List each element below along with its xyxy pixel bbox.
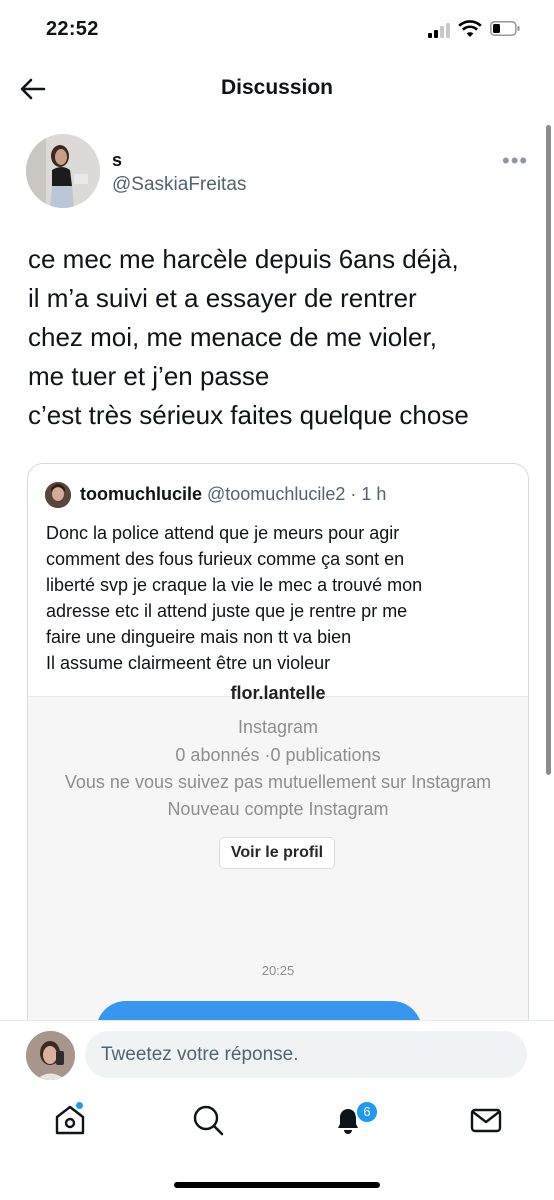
tweet-text-line: il m’a suivi et a essayer de rentrer bbox=[28, 283, 417, 313]
quoted-text-line: faire une dingueire mais non tt va bien bbox=[46, 627, 352, 647]
instagram-platform-label: Instagram bbox=[237, 717, 319, 737]
home-icon[interactable] bbox=[52, 1102, 88, 1138]
instagram-username: flor.lantelle bbox=[230, 683, 326, 703]
quoted-media-screenshot[interactable]: flor.lantelle Instagram 0 abonnés ·0 pub… bbox=[28, 683, 528, 1064]
quoted-tweet-header: toomuchlucile @toomuchlucile2 · 1 h bbox=[80, 484, 386, 505]
instagram-mutual-note: Vous ne vous suivez pas mutuellement sur… bbox=[64, 772, 492, 792]
status-time: 22:52 bbox=[46, 18, 99, 40]
quoted-text-line: comment des fous furieux comme ça sont e… bbox=[46, 549, 405, 569]
quoted-author-name: toomuchlucile bbox=[80, 484, 203, 504]
author-avatar[interactable] bbox=[26, 134, 100, 208]
scrollbar[interactable] bbox=[546, 125, 551, 775]
instagram-new-account-note: Nouveau compte Instagram bbox=[167, 799, 389, 819]
tweet-text-line: chez moi, me menace de me violer, bbox=[28, 322, 437, 352]
quoted-author-meta: @toomuchlucile2 · 1 h bbox=[202, 484, 387, 504]
quoted-text-line: Il assume clairmeent être un violeur bbox=[46, 653, 331, 673]
home-notification-dot bbox=[76, 1102, 83, 1109]
notifications-badge: 6 bbox=[355, 1100, 379, 1124]
quoted-tweet-text: Donc la police attend que je meurs pour … bbox=[46, 520, 516, 676]
page-title: Discussion bbox=[220, 76, 334, 99]
messages-envelope-icon[interactable] bbox=[468, 1102, 504, 1138]
quoted-text-line: adresse etc il attend juste que je rentr… bbox=[46, 601, 408, 621]
author-handle[interactable]: @SaskiaFreitas bbox=[112, 174, 246, 196]
quoted-text-line: liberté svp je craque la vie le mec a tr… bbox=[46, 575, 423, 595]
quoted-text-line: Donc la police attend que je meurs pour … bbox=[46, 523, 400, 543]
message-timestamp: 20:25 bbox=[261, 963, 295, 978]
tweet-text-line: c’est très sérieux faites quelque chose bbox=[28, 400, 469, 430]
user-avatar[interactable] bbox=[26, 1031, 75, 1080]
tweet-text-line: ce mec me harcèle depuis 6ans déjà, bbox=[28, 244, 459, 274]
quoted-tweet-card[interactable]: toomuchlucile @toomuchlucile2 · 1 h Donc… bbox=[27, 463, 529, 1065]
reply-input[interactable] bbox=[85, 1031, 527, 1078]
battery-icon bbox=[490, 21, 520, 36]
tweet-text: ce mec me harcèle depuis 6ans déjà, il m… bbox=[28, 240, 533, 435]
view-profile-button: Voir le profil bbox=[219, 837, 335, 869]
instagram-stats: 0 abonnés ·0 publications bbox=[175, 745, 381, 765]
wifi-icon bbox=[458, 20, 482, 37]
tweet-text-line: me tuer et j’en passe bbox=[28, 361, 270, 391]
more-options-icon[interactable]: ••• bbox=[502, 148, 527, 173]
reply-bar bbox=[0, 1020, 554, 1093]
quoted-author-avatar bbox=[45, 482, 71, 508]
home-indicator bbox=[174, 1182, 380, 1188]
signal-icon bbox=[428, 22, 452, 38]
search-icon[interactable] bbox=[190, 1102, 226, 1138]
author-name[interactable]: s bbox=[112, 150, 122, 171]
